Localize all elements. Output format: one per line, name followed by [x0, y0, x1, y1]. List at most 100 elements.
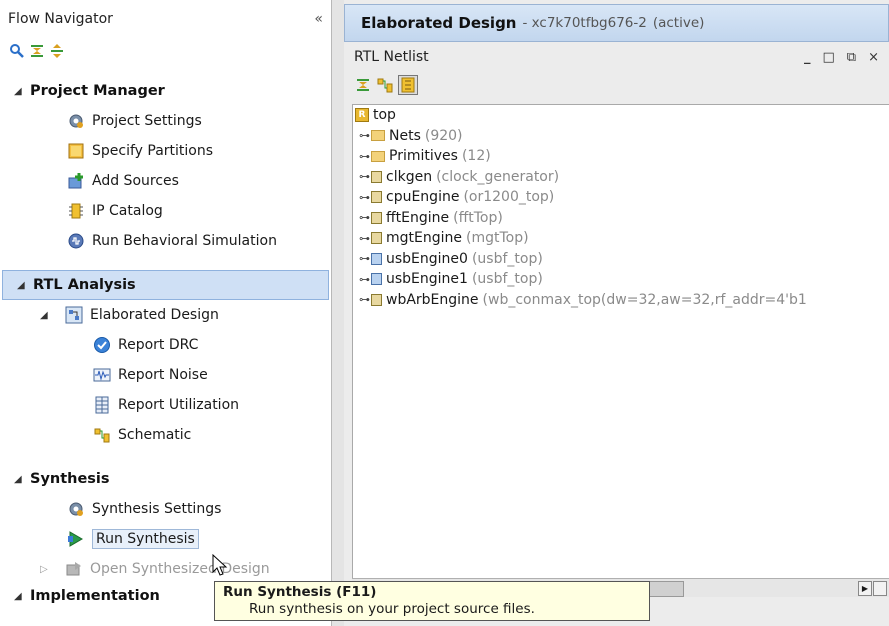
open-design-icon [64, 559, 84, 579]
flow-navigator-header: Flow Navigator « [0, 0, 331, 38]
cell-icon [371, 191, 382, 204]
tree-row-wbarbengine[interactable]: ⊶ wbArbEngine (wb_conmax_top(dw=32,aw=32… [353, 290, 889, 311]
tree-node-name: Nets [389, 127, 421, 144]
design-area: Elaborated Design - xc7k70tfbg676-2 (act… [344, 0, 889, 626]
show-hierarchy-icon[interactable] [398, 75, 418, 95]
nav-item-label: Synthesis Settings [92, 501, 222, 517]
blackbox-cell-icon [371, 252, 382, 265]
tree-node-detail: (12) [461, 148, 491, 165]
netlist-tree: R top ⊶ Nets (920) ⊶ Primitives (12) ⊶ c… [352, 104, 889, 580]
utilization-table-icon [92, 395, 112, 415]
elaborated-design-icon [64, 305, 84, 325]
expand-toggle-icon[interactable]: ⊶ [359, 273, 371, 286]
scroll-end-arrow-icon[interactable] [873, 581, 887, 596]
nav-specify-partitions[interactable]: Specify Partitions [0, 136, 331, 166]
nav-run-behavioral-simulation[interactable]: Run Behavioral Simulation [0, 226, 331, 256]
expanded-triangle-icon: ◢ [14, 473, 22, 485]
rtl-netlist-toolbar [344, 72, 889, 98]
nav-item-label: Report Noise [118, 367, 208, 383]
flow-navigator-title: Flow Navigator [8, 11, 113, 27]
nav-report-noise[interactable]: Report Noise [0, 360, 331, 390]
tree-node-name: Primitives [389, 148, 458, 165]
tree-row-usbengine0[interactable]: ⊶ usbEngine0 (usbf_top) [353, 249, 889, 270]
nav-run-synthesis[interactable]: Run Synthesis [0, 524, 331, 554]
close-button[interactable]: × [868, 50, 879, 65]
expand-toggle-icon[interactable]: ⊶ [359, 293, 371, 306]
add-sources-icon [66, 171, 86, 191]
expanded-triangle-icon: ◢ [14, 85, 22, 97]
expand-toggle-icon[interactable]: ⊶ [359, 232, 371, 245]
maximize-button[interactable]: □ [823, 50, 835, 65]
nav-ip-catalog[interactable]: IP Catalog [0, 196, 331, 226]
tree-node-detail: (wb_conmax_top(dw=32,aw=32,rf_addr=4'b1 [482, 291, 807, 308]
nav-item-label: Elaborated Design [90, 307, 219, 323]
section-label: Project Manager [30, 83, 165, 99]
nav-synthesis-settings[interactable]: Synthesis Settings [0, 494, 331, 524]
float-button[interactable]: ⧉ [847, 50, 856, 65]
nav-item-label: Run Synthesis [92, 529, 199, 549]
nav-report-utilization[interactable]: Report Utilization [0, 390, 331, 420]
tree-node-name: fftEngine [386, 209, 450, 226]
expand-toggle-icon[interactable]: ⊶ [359, 170, 371, 183]
tree-root-label: top [373, 107, 396, 124]
tree-node-detail: (clock_generator) [436, 168, 560, 185]
panel-splitter[interactable] [332, 0, 344, 626]
tree-node-name: usbEngine1 [386, 271, 468, 288]
nav-item-label: Report Utilization [118, 397, 240, 413]
tree-row-clkgen[interactable]: ⊶ clkgen (clock_generator) [353, 167, 889, 188]
blackbox-cell-icon [371, 273, 382, 286]
window-controls: _ □ ⧉ × [804, 50, 879, 65]
schematic-icon[interactable] [376, 76, 394, 94]
collapse-panel-button[interactable]: « [314, 11, 323, 27]
expand-toggle-icon[interactable]: ⊶ [359, 129, 371, 142]
tree-root[interactable]: R top [353, 105, 889, 126]
nav-report-drc[interactable]: Report DRC [0, 330, 331, 360]
nav-project-settings[interactable]: Project Settings [0, 106, 331, 136]
tree-row-mgtengine[interactable]: ⊶ mgtEngine (mgtTop) [353, 228, 889, 249]
collapse-all-icon[interactable] [354, 76, 372, 94]
nav-open-synthesized-design[interactable]: ▷ Open Synthesized Design [0, 554, 331, 584]
section-synthesis[interactable]: ◢ Synthesis [0, 464, 331, 494]
tree-row-cpuengine[interactable]: ⊶ cpuEngine (or1200_top) [353, 187, 889, 208]
nav-elaborated-design[interactable]: ◢ Elaborated Design [0, 300, 331, 330]
section-label: Synthesis [30, 471, 110, 487]
tree-node-name: usbEngine0 [386, 250, 468, 267]
tree-node-detail: (or1200_top) [463, 189, 555, 206]
section-rtl-analysis[interactable]: ◢ RTL Analysis [2, 270, 329, 300]
tree-row-nets[interactable]: ⊶ Nets (920) [353, 126, 889, 147]
expand-toggle-icon[interactable]: ⊶ [359, 211, 371, 224]
noise-waveform-icon [92, 365, 112, 385]
expand-toggle-icon[interactable]: ⊶ [359, 150, 371, 163]
nav-add-sources[interactable]: Add Sources [0, 166, 331, 196]
collapse-all-icon[interactable] [28, 42, 46, 60]
cell-icon [371, 232, 382, 245]
expand-all-icon[interactable] [48, 42, 66, 60]
nav-item-label: IP Catalog [92, 203, 163, 219]
search-icon[interactable] [8, 42, 26, 60]
tree-row-usbengine1[interactable]: ⊶ usbEngine1 (usbf_top) [353, 269, 889, 290]
section-label: RTL Analysis [33, 277, 136, 293]
nav-item-label: Add Sources [92, 173, 179, 189]
tree-node-detail: (fftTop) [453, 209, 503, 226]
partition-icon [66, 141, 86, 161]
run-synthesis-icon [66, 529, 86, 549]
nav-schematic[interactable]: Schematic [0, 420, 331, 450]
tree-node-detail: (usbf_top) [471, 271, 543, 288]
tree-row-primitives[interactable]: ⊶ Primitives (12) [353, 146, 889, 167]
tree-node-detail: (usbf_top) [471, 250, 543, 267]
top-module-icon: R [355, 108, 369, 123]
nav-item-label: Open Synthesized Design [90, 561, 270, 577]
design-part: - xc7k70tfbg676-2 [522, 15, 647, 31]
expanded-triangle-icon: ◢ [17, 279, 25, 291]
rtl-netlist-panel: RTL Netlist _ □ ⧉ × R top ⊶ Nets (920) ⊶… [344, 42, 889, 626]
mouse-pointer-icon [212, 554, 228, 576]
expand-toggle-icon[interactable]: ⊶ [359, 191, 371, 204]
tree-row-fftengine[interactable]: ⊶ fftEngine (fftTop) [353, 208, 889, 229]
folder-icon [371, 150, 385, 162]
minimize-button[interactable]: _ [804, 50, 811, 65]
nav-item-label: Project Settings [92, 113, 202, 129]
scroll-right-arrow-icon[interactable]: ▶ [858, 581, 872, 596]
section-project-manager[interactable]: ◢ Project Manager [0, 76, 331, 106]
nav-item-label: Report DRC [118, 337, 199, 353]
expand-toggle-icon[interactable]: ⊶ [359, 252, 371, 265]
